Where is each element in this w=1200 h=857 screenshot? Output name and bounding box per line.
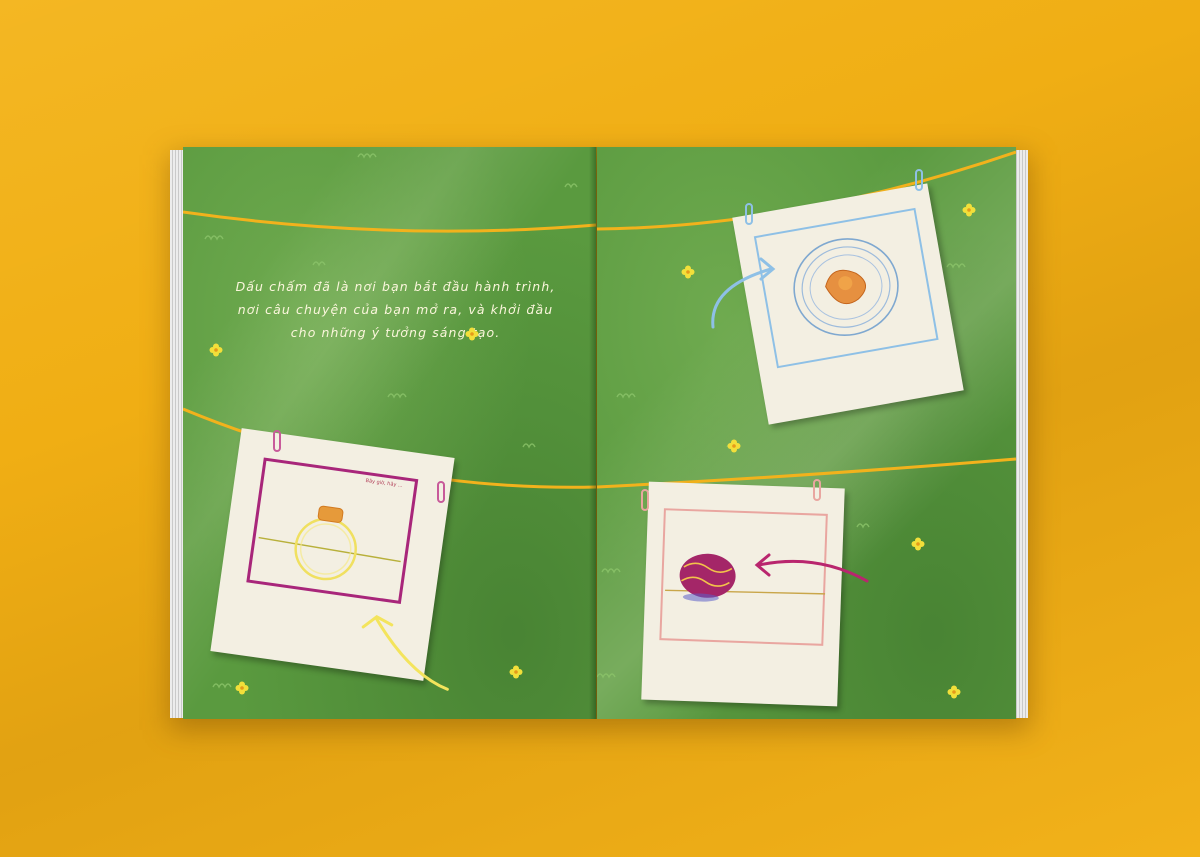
book-page-edges-right bbox=[1014, 150, 1028, 718]
flower-icon bbox=[947, 685, 961, 699]
intro-paragraph: Dấu chấm đã là nơi bạn bắt đầu hành trìn… bbox=[235, 279, 556, 340]
flower-icon bbox=[911, 537, 925, 551]
arrow-icon bbox=[711, 257, 776, 329]
flower-icon bbox=[962, 203, 976, 217]
flower-icon bbox=[209, 343, 223, 357]
arrow-icon bbox=[754, 553, 869, 583]
flower-icon bbox=[509, 665, 523, 679]
left-page: Dấu chấm đã là nơi bạn bắt đầu hành trìn… bbox=[183, 147, 596, 719]
clip-icon bbox=[437, 481, 445, 503]
flower-icon bbox=[235, 681, 249, 695]
clip-icon bbox=[641, 489, 649, 511]
photo-card-jar: Bây giờ, hãy ... bbox=[210, 428, 455, 691]
book-page-edges-left bbox=[170, 150, 184, 718]
clip-icon bbox=[813, 479, 821, 501]
clip-icon bbox=[745, 203, 753, 225]
flower-icon bbox=[727, 439, 741, 453]
clip-icon bbox=[273, 430, 281, 452]
right-page bbox=[597, 147, 1016, 719]
flower-icon bbox=[681, 265, 695, 279]
photo-card-ball bbox=[641, 481, 845, 707]
arrow-icon bbox=[361, 614, 449, 691]
clip-icon bbox=[915, 169, 923, 191]
flower-icon bbox=[465, 327, 479, 341]
